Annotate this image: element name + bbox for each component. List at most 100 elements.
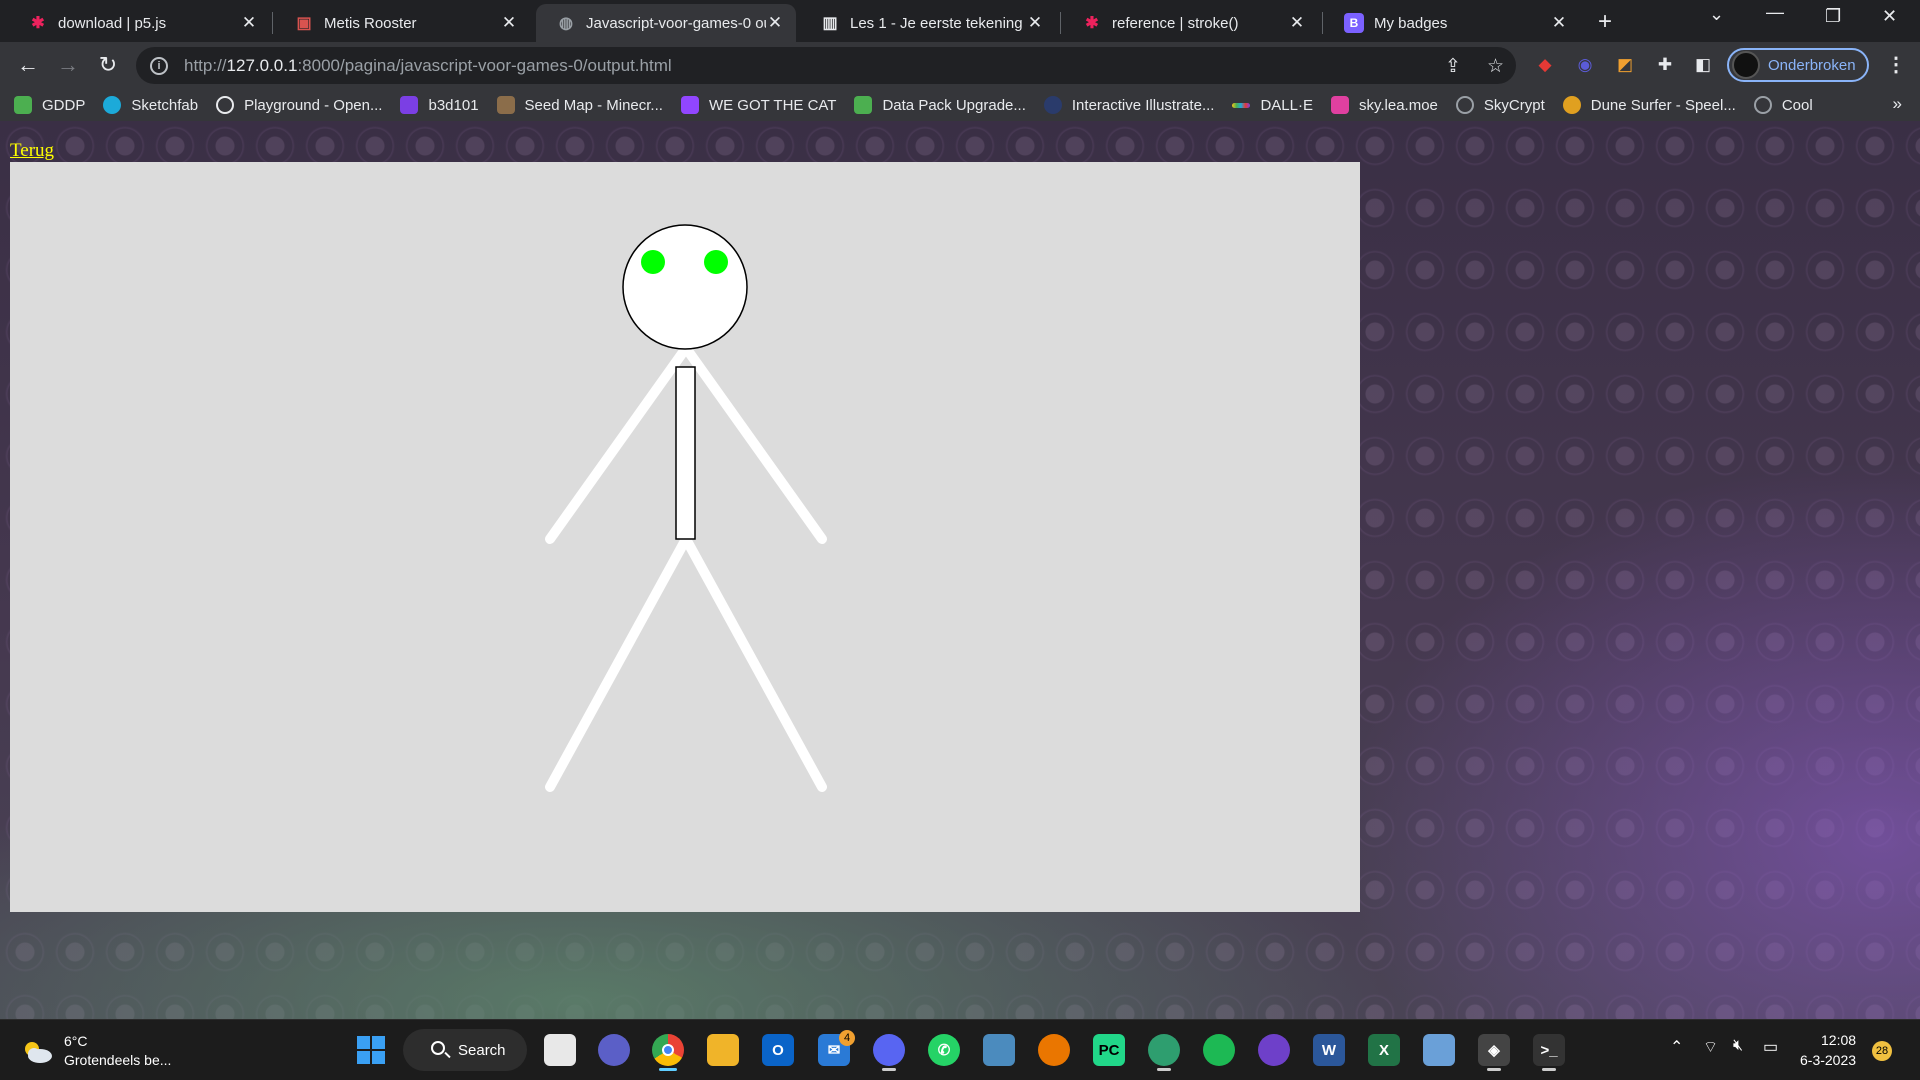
bookmark-skycrypt[interactable]: SkyCrypt — [1455, 96, 1545, 114]
windows-start-icon[interactable] — [355, 1034, 387, 1066]
mail-badge: 4 — [839, 1030, 855, 1046]
tab-reference-stroke[interactable]: ✱ reference | stroke() ✕ — [1062, 4, 1318, 42]
bookmark-label: DALL·E — [1260, 96, 1313, 114]
chrome-icon[interactable] — [652, 1034, 684, 1066]
bookmark-dune-surfer[interactable]: Dune Surfer - Speel... — [1562, 96, 1736, 114]
globe-icon — [1455, 96, 1474, 114]
terminal-icon[interactable]: >_ — [1533, 1034, 1565, 1066]
site-info-icon[interactable]: i — [150, 56, 168, 75]
bookmark-seed-map[interactable]: Seed Map - Minecr... — [496, 96, 663, 114]
extension-purple-icon[interactable]: ◉ — [1574, 54, 1596, 76]
forward-arrow-icon[interactable]: → — [54, 51, 82, 79]
extension-red-icon[interactable]: ◆ — [1534, 54, 1556, 76]
side-panel-icon[interactable]: ◧ — [1692, 54, 1714, 76]
bookmarks-bar: GDDP Sketchfab Playground - Open... b3d1… — [0, 89, 1920, 121]
tab-p5-download[interactable]: ✱ download | p5.js ✕ — [8, 4, 270, 42]
excel-icon[interactable]: X — [1368, 1034, 1400, 1066]
task-view-icon[interactable] — [544, 1034, 576, 1066]
stick-figure-drawing — [545, 224, 827, 792]
wifi-icon[interactable]: ⌔ — [1703, 1037, 1718, 1057]
blender-icon[interactable] — [1038, 1034, 1070, 1066]
teams-chat-icon[interactable] — [598, 1034, 630, 1066]
close-tab-icon[interactable]: ✕ — [766, 13, 784, 33]
browser-toolbar: ← → ↻ i http://127.0.0.1:8000/pagina/jav… — [0, 42, 1920, 89]
bookmark-sketchfab[interactable]: Sketchfab — [103, 96, 198, 114]
chatgpt-icon[interactable] — [1148, 1034, 1180, 1066]
tab-strip: ✱ download | p5.js ✕ ▣ Metis Rooster ✕ ◍… — [0, 0, 1920, 42]
pycharm-icon[interactable]: PC — [1093, 1034, 1125, 1066]
github-icon[interactable] — [1258, 1034, 1290, 1066]
right-eye — [704, 250, 728, 274]
bookmark-sky-lea-moe[interactable]: sky.lea.moe — [1330, 96, 1438, 114]
tab-title: Javascript-voor-games-0 ou — [586, 14, 766, 32]
weather-desc: Grotendeels be... — [64, 1052, 172, 1068]
head — [622, 224, 748, 350]
bookmark-data-pack-upgrade[interactable]: Data Pack Upgrade... — [854, 96, 1026, 114]
share-icon[interactable]: ⇪ — [1445, 55, 1461, 78]
browser-menu-icon[interactable]: ⋮ — [1886, 52, 1906, 77]
word-icon[interactable]: W — [1313, 1034, 1345, 1066]
tab-my-badges[interactable]: B My badges ✕ — [1324, 4, 1580, 42]
close-tab-icon[interactable]: ✕ — [1288, 13, 1306, 33]
discord-icon[interactable] — [873, 1034, 905, 1066]
bookmark-playground[interactable]: Playground - Open... — [216, 96, 382, 114]
tab-metis-rooster[interactable]: ▣ Metis Rooster ✕ — [274, 4, 530, 42]
reload-icon[interactable]: ↻ — [94, 51, 122, 79]
bookmark-cool[interactable]: Cool — [1753, 96, 1813, 114]
tab-search-chevron-icon[interactable]: ⌄ — [1709, 4, 1724, 25]
bookmark-we-got-the-cat[interactable]: WE GOT THE CAT — [680, 96, 837, 114]
file-explorer-icon[interactable] — [707, 1034, 739, 1066]
tab-title: My badges — [1374, 14, 1448, 32]
dall-e-icon — [1232, 102, 1251, 108]
close-window-button[interactable]: ✕ — [1882, 6, 1897, 27]
bookmark-label: Interactive Illustrate... — [1071, 96, 1215, 114]
whatsapp-icon[interactable]: ✆ — [928, 1034, 960, 1066]
taskbar-search[interactable]: Search — [403, 1029, 527, 1071]
bookmark-interactive-illustrate[interactable]: Interactive Illustrate... — [1043, 96, 1215, 114]
back-arrow-icon[interactable]: ← — [14, 51, 42, 79]
show-hidden-icons-chevron-icon[interactable]: ⌃ — [1670, 1037, 1683, 1057]
bookmark-star-icon[interactable]: ☆ — [1487, 55, 1504, 78]
left-leg — [545, 534, 691, 792]
back-link[interactable]: Terug — [10, 140, 54, 162]
weather-widget[interactable]: 6°C Grotendeels be... — [20, 1032, 171, 1070]
python-icon[interactable] — [983, 1034, 1015, 1066]
extension-orange-icon[interactable]: ◩ — [1614, 54, 1636, 76]
performance-monitor-icon[interactable] — [1423, 1034, 1455, 1066]
sky-lea-moe-icon — [1330, 96, 1349, 114]
battery-icon[interactable]: ▭ — [1763, 1037, 1778, 1057]
close-tab-icon[interactable]: ✕ — [500, 13, 518, 33]
address-bar[interactable]: i http://127.0.0.1:8000/pagina/javascrip… — [136, 47, 1516, 84]
clock-time: 12:08 — [1821, 1032, 1857, 1048]
new-tab-button[interactable]: + — [1598, 8, 1612, 36]
metis-icon: ▣ — [296, 15, 312, 32]
url-text[interactable]: http://127.0.0.1:8000/pagina/javascript-… — [184, 56, 672, 76]
profile-button[interactable]: Onderbroken — [1727, 48, 1869, 82]
bookmark-b3d101[interactable]: b3d101 — [400, 96, 479, 114]
tab-title: Metis Rooster — [324, 14, 417, 32]
bookmark-label: WE GOT THE CAT — [708, 96, 837, 114]
tab-title: Les 1 - Je eerste tekening · C — [850, 14, 1026, 32]
volume-muted-icon[interactable]: 🔇︎ — [1733, 1037, 1743, 1055]
avatar — [1732, 51, 1760, 79]
bookmark-dall-e[interactable]: DALL·E — [1232, 97, 1313, 114]
spotify-icon[interactable] — [1203, 1034, 1235, 1066]
minimize-button[interactable]: — — [1766, 2, 1784, 23]
p5-canvas[interactable] — [10, 162, 1360, 912]
search-label: Search — [458, 1041, 506, 1059]
extensions-puzzle-icon[interactable]: ✚ — [1654, 54, 1676, 76]
page-content: Terug — [0, 121, 1920, 1019]
unity-icon[interactable]: ◈ — [1478, 1034, 1510, 1066]
more-bookmarks-chevron-icon[interactable]: » — [1893, 94, 1902, 114]
notification-count-badge[interactable]: 28 — [1872, 1041, 1892, 1061]
system-clock[interactable]: 12:08 6-3-2023 — [1800, 1030, 1856, 1070]
close-tab-icon[interactable]: ✕ — [240, 13, 258, 33]
outlook-icon[interactable]: O — [762, 1034, 794, 1066]
restore-button[interactable]: ❐ — [1825, 6, 1841, 27]
tab-les-1[interactable]: ▥ Les 1 - Je eerste tekening · C ✕ — [800, 4, 1056, 42]
running-app-indicator — [1542, 1068, 1556, 1071]
bookmark-gddp[interactable]: GDDP — [14, 96, 85, 114]
close-tab-icon[interactable]: ✕ — [1550, 13, 1568, 33]
close-tab-icon[interactable]: ✕ — [1026, 13, 1044, 33]
tab-javascript-voor-games[interactable]: ◍ Javascript-voor-games-0 ou ✕ — [536, 4, 796, 42]
